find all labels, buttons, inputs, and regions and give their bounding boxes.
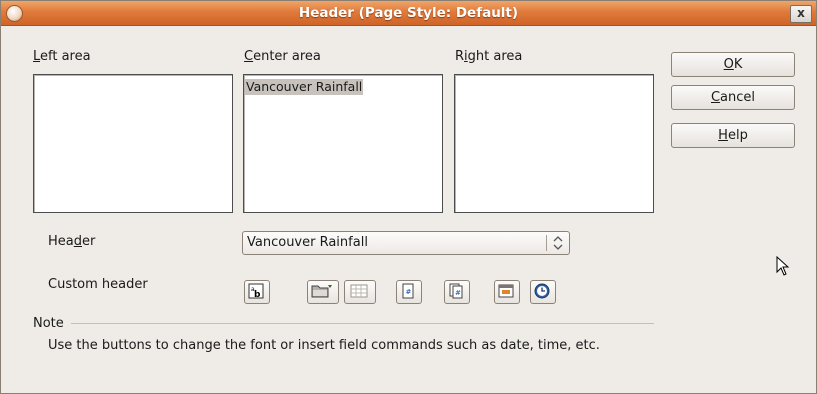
sheet-name-icon xyxy=(350,284,368,298)
center-area-label-rest: enter area xyxy=(253,49,321,64)
page-number-button[interactable]: # xyxy=(396,280,422,304)
title-bar[interactable]: Header (Page Style: Default) x xyxy=(1,1,816,26)
header-label: Header xyxy=(48,234,95,249)
page-count-button[interactable]: # xyxy=(444,280,470,304)
header-select[interactable]: Vancouver Rainfall xyxy=(242,231,570,255)
center-area-text[interactable]: Vancouver Rainfall xyxy=(245,79,364,95)
help-mnemonic: H xyxy=(718,128,728,143)
file-name-icon xyxy=(311,285,332,298)
note-text: Use the buttons to change the font or in… xyxy=(48,338,600,353)
date-button[interactable] xyxy=(494,280,520,304)
header-mnemonic: d xyxy=(73,234,83,249)
header-dialog: Header (Page Style: Default) x Left area… xyxy=(0,0,817,394)
left-area-mnemonic: L xyxy=(33,49,41,64)
header-label-rest: er xyxy=(82,234,96,249)
right-area-editor[interactable] xyxy=(454,74,654,213)
time-button[interactable] xyxy=(530,280,556,304)
note-separator xyxy=(71,323,654,324)
right-area-label: Right area xyxy=(455,49,522,64)
pages-icon: # xyxy=(449,283,463,299)
page-icon: # xyxy=(402,283,414,299)
svg-text:#: # xyxy=(455,289,461,297)
ok-mnemonic: O xyxy=(723,57,734,72)
cancel-mnemonic: C xyxy=(710,90,721,105)
dialog-title: Header (Page Style: Default) xyxy=(298,5,519,21)
svg-text:#: # xyxy=(406,288,412,296)
help-label-rest: elp xyxy=(727,128,748,143)
text-attributes-icon: a b xyxy=(248,283,264,299)
help-button[interactable]: Help xyxy=(671,123,795,148)
combo-separator xyxy=(546,235,547,251)
center-area-mnemonic: C xyxy=(244,49,254,64)
file-name-button[interactable] xyxy=(307,280,339,304)
svg-text:b: b xyxy=(254,290,261,299)
right-area-label-a: R xyxy=(455,49,465,64)
date-icon xyxy=(498,284,514,298)
sheet-name-button[interactable] xyxy=(344,280,376,304)
center-area-editor[interactable]: Vancouver Rainfall xyxy=(243,74,443,213)
cancel-label-rest: ancel xyxy=(720,90,756,105)
left-area-label-rest: eft area xyxy=(40,49,91,64)
custom-header-label: Custom header xyxy=(48,277,148,292)
left-area-editor[interactable] xyxy=(33,74,233,213)
ok-label-rest: K xyxy=(733,57,743,72)
time-icon xyxy=(534,283,550,299)
updown-arrows-icon xyxy=(553,236,563,250)
center-area-label: Center area xyxy=(244,49,321,64)
header-label-a: Hea xyxy=(48,234,74,249)
header-select-value: Vancouver Rainfall xyxy=(247,235,368,250)
left-area-label: Left area xyxy=(33,49,91,64)
close-button[interactable]: x xyxy=(790,5,812,23)
right-area-label-rest: ght area xyxy=(467,49,523,64)
note-title: Note xyxy=(33,316,64,331)
ok-button[interactable]: OK xyxy=(671,52,795,77)
text-attributes-button[interactable]: a b xyxy=(244,280,270,304)
mouse-cursor-icon xyxy=(776,256,790,276)
cancel-button[interactable]: Cancel xyxy=(671,85,795,110)
